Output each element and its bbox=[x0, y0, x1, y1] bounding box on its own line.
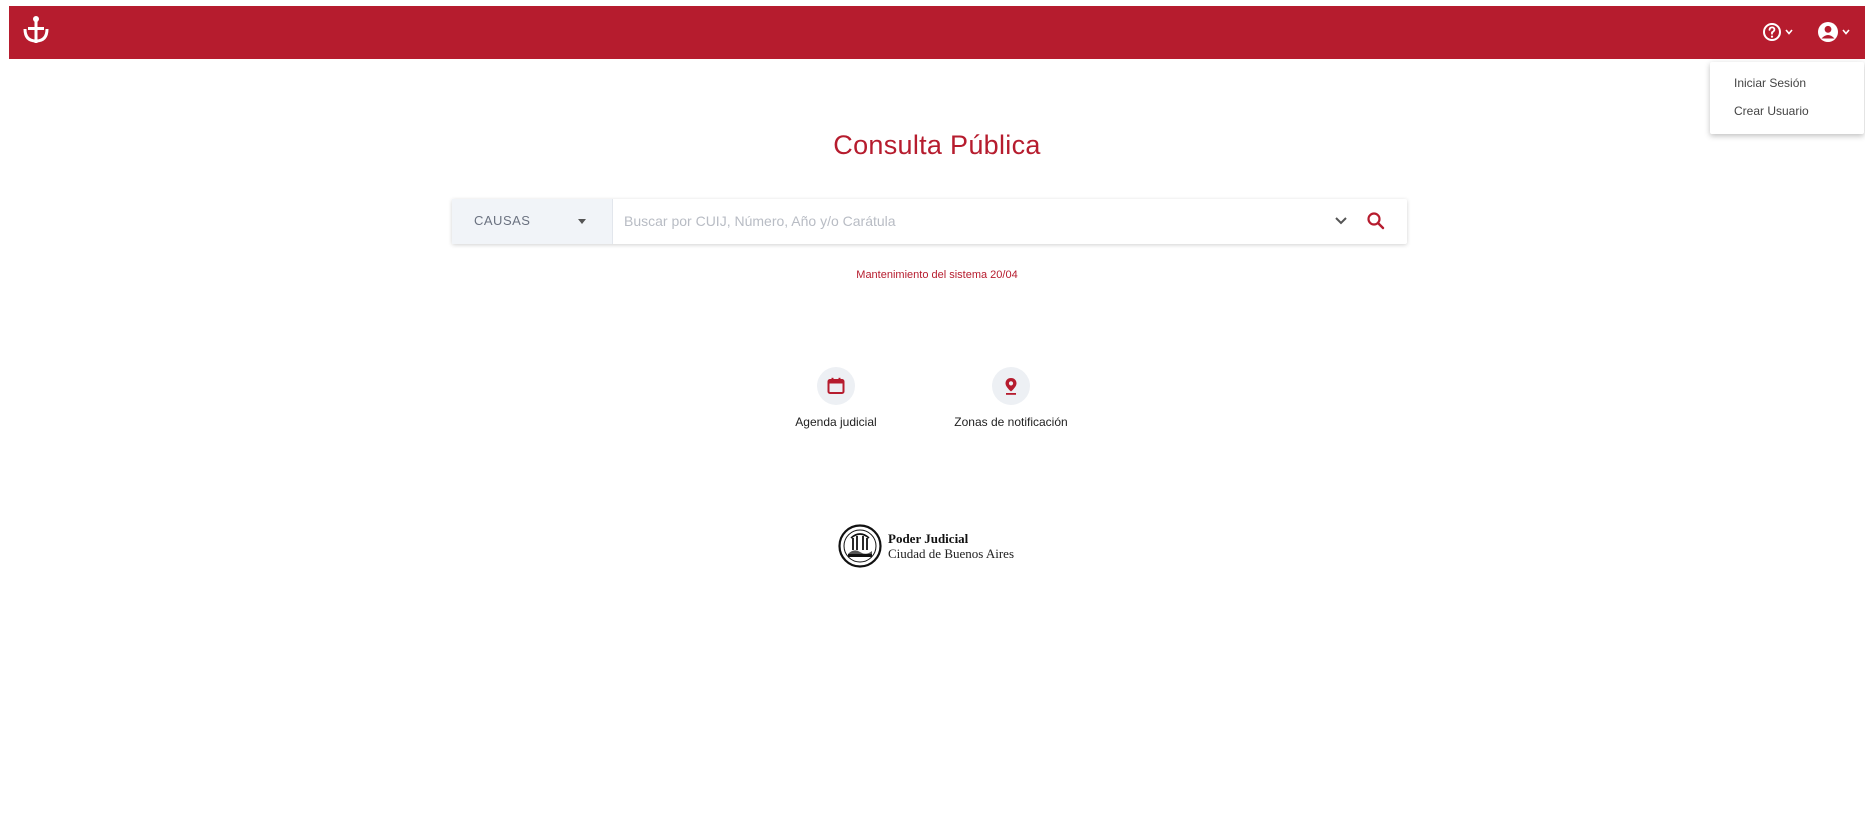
question-circle-icon bbox=[1763, 23, 1781, 41]
org-line-1: Poder Judicial bbox=[888, 531, 969, 546]
shortcut-icon-circle bbox=[817, 367, 855, 405]
calendar-icon bbox=[827, 377, 845, 394]
shortcut-zonas-notificacion[interactable]: Zonas de notificación bbox=[941, 367, 1081, 429]
user-menu-button[interactable] bbox=[1817, 19, 1850, 45]
chevron-down-icon[interactable] bbox=[1334, 215, 1348, 227]
app-window: Iniciar Sesión Crear Usuario Consulta Pú… bbox=[9, 6, 1865, 816]
user-circle-icon bbox=[1818, 22, 1838, 42]
chevron-down-icon bbox=[1785, 29, 1793, 35]
shortcut-label: Agenda judicial bbox=[795, 415, 877, 429]
chevron-down-icon bbox=[1842, 29, 1850, 35]
org-line-2: Ciudad de Buenos Aires bbox=[888, 546, 1015, 561]
help-menu-button[interactable] bbox=[1762, 19, 1793, 45]
search-type-select[interactable]: CAUSAS bbox=[452, 199, 613, 244]
pj-scales-logo-icon[interactable] bbox=[23, 15, 49, 45]
search-icon[interactable] bbox=[1366, 211, 1386, 231]
org-name: Poder Judicial Ciudad de Buenos Aires bbox=[888, 531, 1014, 561]
caret-down-icon bbox=[578, 219, 586, 224]
shortcut-label: Zonas de notificación bbox=[954, 415, 1068, 429]
search-type-value: CAUSAS bbox=[474, 213, 531, 228]
footer-logo: Poder Judicial Ciudad de Buenos Aires bbox=[838, 522, 1014, 570]
city-seal-icon bbox=[838, 524, 882, 568]
shortcut-icon-circle bbox=[992, 367, 1030, 405]
map-pin-icon bbox=[1005, 378, 1017, 395]
shortcut-agenda-judicial[interactable]: Agenda judicial bbox=[766, 367, 906, 429]
page-title: Consulta Pública bbox=[833, 130, 1041, 160]
maintenance-notice: Mantenimiento del sistema 20/04 bbox=[856, 269, 1018, 281]
menu-item-crear-usuario[interactable]: Crear Usuario bbox=[1734, 104, 1809, 118]
top-bar bbox=[9, 6, 1865, 59]
search-input[interactable] bbox=[624, 207, 1324, 235]
user-dropdown-menu: Iniciar Sesión Crear Usuario bbox=[1710, 62, 1864, 134]
menu-item-iniciar-sesion[interactable]: Iniciar Sesión bbox=[1734, 76, 1806, 90]
search-bar: CAUSAS bbox=[452, 199, 1407, 244]
